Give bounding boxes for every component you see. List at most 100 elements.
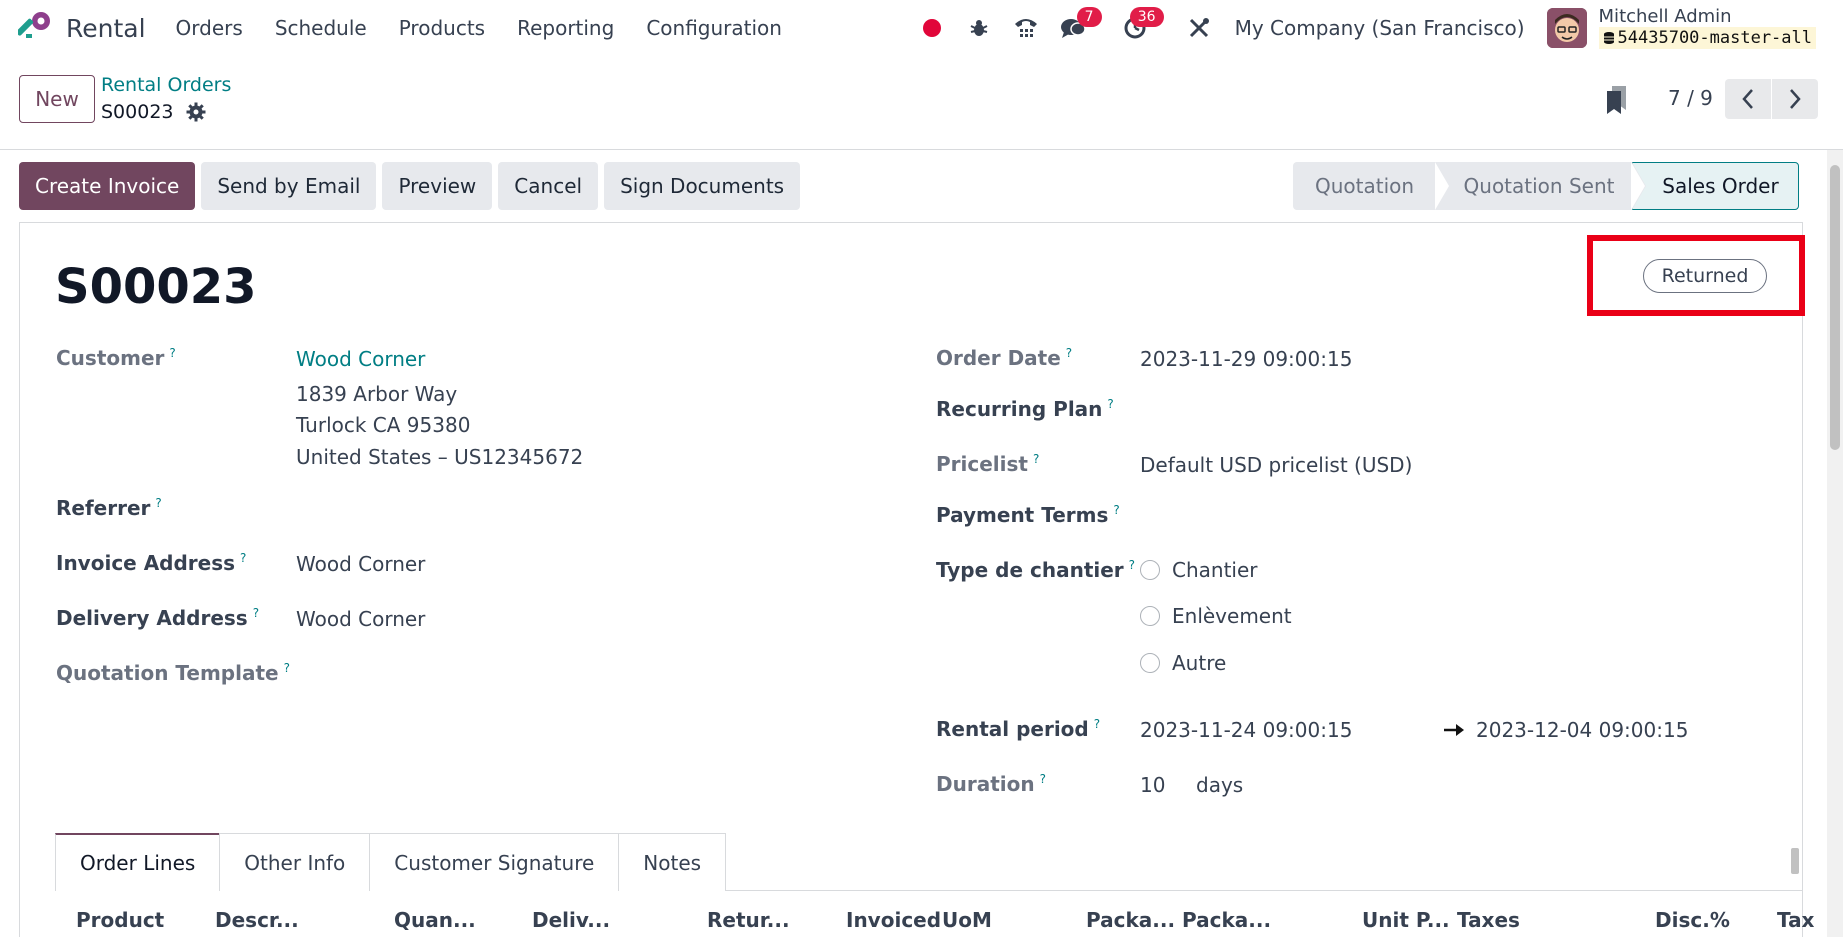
returned-badge: Returned bbox=[1643, 259, 1767, 293]
customer-address-line3: United States – US12345672 bbox=[296, 445, 584, 469]
col-packaging[interactable]: Packa... bbox=[1086, 908, 1175, 932]
bookmark-icon[interactable] bbox=[1604, 84, 1630, 116]
phone-icon[interactable] bbox=[1009, 11, 1043, 45]
pager-next-button[interactable] bbox=[1772, 79, 1818, 119]
form-sheet bbox=[19, 222, 1803, 937]
record-name: S00023 bbox=[101, 101, 174, 123]
menu-configuration[interactable]: Configuration bbox=[646, 16, 782, 40]
database-icon bbox=[1603, 32, 1614, 44]
tabs-scroll-thumb[interactable] bbox=[1791, 848, 1799, 874]
rental-period-label: Rental period? bbox=[936, 717, 1101, 741]
gear-icon[interactable] bbox=[186, 102, 206, 122]
app-name: Rental bbox=[66, 13, 146, 43]
stage-sales-order-label: Sales Order bbox=[1662, 174, 1779, 198]
pager-value[interactable]: 7 / 9 bbox=[1668, 86, 1713, 110]
customer-link[interactable]: Wood Corner bbox=[296, 347, 425, 371]
bug-icon[interactable] bbox=[962, 11, 996, 45]
debug-bug-icon bbox=[970, 20, 988, 36]
radio-circle bbox=[1140, 560, 1160, 580]
recording-icon[interactable] bbox=[915, 11, 949, 45]
col-tax-excluded[interactable]: Tax bbox=[1777, 908, 1814, 932]
activities-icon[interactable]: 36 bbox=[1118, 7, 1164, 45]
col-product[interactable]: Product bbox=[76, 908, 164, 932]
invoice-address-field[interactable]: Wood Corner bbox=[296, 552, 425, 576]
company-switcher[interactable]: My Company (San Francisco) bbox=[1235, 16, 1525, 40]
radio-chantier-label: Chantier bbox=[1172, 558, 1258, 582]
menu-reporting[interactable]: Reporting bbox=[517, 16, 614, 40]
invoice-address-label: Invoice Address? bbox=[56, 551, 247, 575]
tab-notes[interactable]: Notes bbox=[618, 833, 727, 891]
tab-other-info[interactable]: Other Info bbox=[219, 833, 371, 891]
status-bar: Quotation Quotation Sent Sales Order bbox=[1293, 162, 1799, 210]
breadcrumb-rental-orders[interactable]: Rental Orders bbox=[101, 74, 231, 96]
duration-label: Duration? bbox=[936, 772, 1046, 796]
radio-autre-label: Autre bbox=[1172, 651, 1227, 675]
payment-terms-label: Payment Terms? bbox=[936, 503, 1120, 527]
duration-value[interactable]: 10 bbox=[1140, 773, 1165, 797]
activities-badge: 36 bbox=[1129, 7, 1164, 27]
pricelist-field[interactable]: Default USD pricelist (USD) bbox=[1140, 453, 1412, 477]
recurring-plan-label: Recurring Plan? bbox=[936, 397, 1114, 421]
rental-start-field[interactable]: 2023-11-24 09:00:15 bbox=[1140, 718, 1352, 742]
user-menu[interactable]: Mitchell Admin 54435700-master-all bbox=[1598, 6, 1816, 49]
arrow-right-icon bbox=[1444, 724, 1464, 736]
systray: 7 36 My Company (San Francisco) Mitchell… bbox=[915, 0, 1843, 56]
tab-customer-signature[interactable]: Customer Signature bbox=[369, 833, 620, 891]
quotation-template-label: Quotation Template? bbox=[56, 661, 290, 685]
stage-quotation-sent-label: Quotation Sent bbox=[1463, 174, 1615, 198]
col-discount[interactable]: Disc.% bbox=[1655, 908, 1730, 932]
col-delivered[interactable]: Deliv... bbox=[532, 908, 610, 932]
chevron-left-icon bbox=[1742, 89, 1753, 109]
action-buttons: Create Invoice Send by Email Preview Can… bbox=[19, 162, 806, 210]
radio-autre[interactable]: Autre bbox=[1140, 651, 1226, 675]
radio-circle bbox=[1140, 653, 1160, 673]
order-lines-header: Product Descr... Quan... Deliv... Retur.… bbox=[19, 906, 1814, 937]
tab-order-lines[interactable]: Order Lines bbox=[55, 833, 221, 891]
order-date-field[interactable]: 2023-11-29 09:00:15 bbox=[1140, 347, 1352, 371]
col-uom[interactable]: UoM bbox=[942, 908, 992, 932]
form-tabs: Order Lines Other Info Customer Signatur… bbox=[55, 833, 1803, 891]
radio-chantier[interactable]: Chantier bbox=[1140, 558, 1258, 582]
stage-sales-order[interactable]: Sales Order bbox=[1632, 162, 1799, 210]
col-description[interactable]: Descr... bbox=[215, 908, 299, 932]
messages-icon[interactable]: 7 bbox=[1056, 7, 1102, 45]
col-invoiced[interactable]: Invoiced bbox=[846, 908, 941, 932]
order-title: S00023 bbox=[55, 259, 257, 315]
col-taxes[interactable]: Taxes bbox=[1457, 908, 1520, 932]
stage-quotation[interactable]: Quotation bbox=[1293, 162, 1450, 210]
customer-address-line2: Turlock CA 95380 bbox=[296, 413, 471, 437]
app-brand[interactable]: Rental bbox=[18, 0, 146, 56]
col-unit-price[interactable]: Unit P... bbox=[1362, 908, 1450, 932]
user-avatar[interactable] bbox=[1546, 8, 1587, 48]
col-packaging-qty[interactable]: Packa... bbox=[1182, 908, 1271, 932]
user-name: Mitchell Admin bbox=[1598, 6, 1732, 27]
col-returned[interactable]: Retur... bbox=[707, 908, 790, 932]
page-scroll-thumb[interactable] bbox=[1830, 165, 1840, 450]
create-invoice-button[interactable]: Create Invoice bbox=[19, 162, 196, 210]
menu-orders[interactable]: Orders bbox=[176, 16, 243, 40]
new-button[interactable]: New bbox=[19, 75, 95, 123]
voip-phone-icon bbox=[1014, 19, 1037, 37]
database-tag: 54435700-master-all bbox=[1598, 27, 1816, 49]
cancel-button[interactable]: Cancel bbox=[498, 162, 599, 210]
main-menu: Orders Schedule Products Reporting Confi… bbox=[176, 16, 814, 40]
tools-icon[interactable] bbox=[1182, 11, 1216, 45]
menu-products[interactable]: Products bbox=[399, 16, 485, 40]
radio-circle bbox=[1140, 606, 1160, 626]
menu-schedule[interactable]: Schedule bbox=[275, 16, 367, 40]
wrench-screwdriver-icon bbox=[1189, 18, 1209, 38]
stage-quotation-label: Quotation bbox=[1314, 174, 1415, 198]
order-date-label: Order Date? bbox=[936, 346, 1073, 370]
preview-button[interactable]: Preview bbox=[382, 162, 493, 210]
radio-enlevement[interactable]: Enlèvement bbox=[1140, 604, 1292, 628]
rental-end-field[interactable]: 2023-12-04 09:00:15 bbox=[1476, 718, 1688, 742]
breadcrumb-current: S00023 bbox=[101, 101, 206, 123]
top-navbar: Rental Orders Schedule Products Reportin… bbox=[0, 0, 1843, 56]
sign-documents-button[interactable]: Sign Documents bbox=[604, 162, 801, 210]
send-by-email-button[interactable]: Send by Email bbox=[201, 162, 377, 210]
stage-quotation-sent[interactable]: Quotation Sent bbox=[1436, 162, 1646, 210]
pager-previous-button[interactable] bbox=[1725, 79, 1771, 119]
delivery-address-field[interactable]: Wood Corner bbox=[296, 607, 425, 631]
customer-label: Customer? bbox=[56, 346, 176, 370]
col-quantity[interactable]: Quan... bbox=[394, 908, 476, 932]
